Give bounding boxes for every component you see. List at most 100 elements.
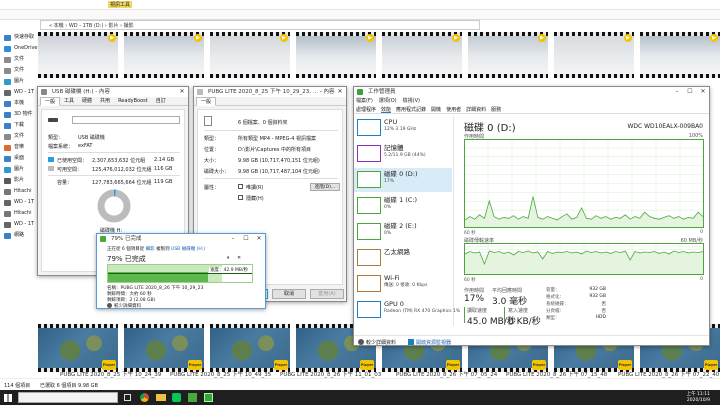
nav-item[interactable]: 文件 xyxy=(0,131,38,142)
volume-label-input[interactable] xyxy=(72,116,180,124)
resource-item[interactable]: CPU 12% 3.19 GHz xyxy=(354,116,452,140)
tab-readyboost[interactable]: ReadyBoost xyxy=(114,97,152,105)
minimize-icon[interactable]: – xyxy=(671,87,683,97)
less-details-link[interactable]: 較少詳細資料 xyxy=(366,339,396,345)
video-thumbnail[interactable]: Player xyxy=(210,324,290,372)
resource-item[interactable]: GPU 0 Radeon (TM) RX 470 Graphics 1% xyxy=(354,298,460,322)
resource-item[interactable]: 磁碟 1 (C:) 0% xyxy=(354,194,452,218)
tab-app-history[interactable]: 應用程式記錄 xyxy=(396,106,426,113)
close-icon[interactable]: ✕ xyxy=(253,234,265,244)
tab-services[interactable]: 服務 xyxy=(491,106,501,113)
chrome-icon[interactable] xyxy=(140,393,149,402)
copy-less-details-link[interactable]: 較少詳細資料 xyxy=(114,303,141,308)
readonly-checkbox[interactable] xyxy=(238,184,243,189)
search-box[interactable] xyxy=(18,392,118,403)
maximize-icon[interactable]: ☐ xyxy=(684,87,696,97)
tab-users[interactable]: 使用者 xyxy=(446,106,461,113)
resource-item[interactable]: Wi-Fi 傳送: 0 接收: 0 Kbps xyxy=(354,272,452,296)
nav-item[interactable]: 快速存取 xyxy=(0,32,38,43)
cancel-button[interactable]: 取消 xyxy=(272,289,306,299)
nav-item[interactable]: WD - 1T xyxy=(0,219,38,230)
video-thumbnail[interactable]: ▶ xyxy=(38,32,118,78)
close-icon[interactable]: ✕ xyxy=(176,87,188,97)
video-thumbnail[interactable]: ▶ xyxy=(468,32,548,78)
clock-date[interactable]: 2020/10/9 xyxy=(687,398,710,403)
nav-item[interactable]: 本機 xyxy=(0,98,38,109)
nav-item[interactable]: 下載 xyxy=(0,120,38,131)
resource-item[interactable]: 磁碟 2 (E:) 0% xyxy=(354,220,452,244)
minimize-icon[interactable]: – xyxy=(227,234,239,244)
tab-general[interactable]: 一般 xyxy=(40,97,61,106)
ribbon-context-tab[interactable]: 視訊工具 xyxy=(108,1,133,8)
pause-button[interactable]: ⏸ xyxy=(227,255,230,261)
apply-button[interactable]: 套用(A) xyxy=(310,289,344,299)
nav-item[interactable]: 影片 xyxy=(0,175,38,186)
tab-startup[interactable]: 開機 xyxy=(431,106,441,113)
video-thumbnail[interactable]: ▶ xyxy=(124,32,204,78)
chevron-up-icon xyxy=(358,339,364,345)
clock-time[interactable]: 上午 11:11 xyxy=(687,391,710,397)
copy-source-link[interactable]: 攝影 xyxy=(146,247,155,252)
open-resource-monitor-link[interactable]: 開啟資源監視器 xyxy=(416,339,451,345)
drive-type-value: USB 磁碟機 xyxy=(78,135,105,141)
status-selected: 已選取 6 個項目 9.98 GB xyxy=(40,383,98,389)
nav-item[interactable]: 圖片 xyxy=(0,76,38,87)
folder-icon xyxy=(4,100,11,107)
menu-options[interactable]: 選項(O) xyxy=(379,97,397,105)
copy-app-icon[interactable] xyxy=(188,393,197,402)
tab-hardware[interactable]: 硬體 xyxy=(78,97,96,105)
video-thumbnail[interactable]: ▶ xyxy=(210,32,290,78)
video-thumbnail[interactable]: ▶ xyxy=(382,32,462,78)
nav-item[interactable]: 桌面 xyxy=(0,153,38,164)
tab-processes[interactable]: 處理程序 xyxy=(356,106,376,113)
task-view-icon[interactable] xyxy=(124,394,131,401)
folder-icon xyxy=(4,144,11,151)
divider xyxy=(204,130,338,131)
task-manager-taskbar-icon[interactable] xyxy=(204,393,213,402)
resource-item[interactable]: 記憶體 5.2/11.9 GB (44%) xyxy=(354,142,452,166)
divider xyxy=(204,178,338,179)
address-bar[interactable]: « 本機 › WD - 1TB (D:) › 影片 › 撮影 xyxy=(40,20,480,30)
tab-tools[interactable]: 工具 xyxy=(60,97,78,105)
nav-item[interactable]: Hitachi xyxy=(0,186,38,197)
menu-view[interactable]: 檢視(V) xyxy=(403,97,420,105)
location-value: D:\影片\Captures 中的所有項目 xyxy=(238,147,311,153)
copy-line-mid: 複製到 xyxy=(154,247,172,252)
video-thumbnail[interactable]: Player xyxy=(38,324,118,372)
nav-item[interactable]: 文件 xyxy=(0,65,38,76)
resource-item[interactable]: 乙太網路 xyxy=(354,246,452,270)
nav-item[interactable]: 網路 xyxy=(0,230,38,241)
cancel-copy-button[interactable]: ✕ xyxy=(237,255,241,261)
maximize-icon[interactable]: ☐ xyxy=(240,234,252,244)
resource-item[interactable]: 磁碟 0 (D:) 17% xyxy=(354,168,452,192)
tab-general[interactable]: 一般 xyxy=(196,97,217,106)
read-speed-marker xyxy=(464,307,465,323)
nav-item[interactable]: 3D 物件 xyxy=(0,109,38,120)
video-thumbnail[interactable]: ▶ xyxy=(296,32,376,78)
tab-performance[interactable]: 效能 xyxy=(381,106,392,113)
video-thumbnail[interactable]: ▶ xyxy=(554,32,634,78)
nav-item[interactable]: 音樂 xyxy=(0,142,38,153)
tab-customize[interactable]: 自訂 xyxy=(152,97,170,105)
advanced-button[interactable]: 進階(D)... xyxy=(310,183,340,191)
nav-item[interactable]: WD - 1T xyxy=(0,197,38,208)
taskbar: 上午 11:11 2020/10/9 xyxy=(0,390,720,405)
tab-sharing[interactable]: 共用 xyxy=(96,97,114,105)
nav-item[interactable]: 圖片 xyxy=(0,164,38,175)
nav-item[interactable]: 文件 xyxy=(0,54,38,65)
nav-item[interactable]: WD - 1T xyxy=(0,87,38,98)
nav-item[interactable]: Hitachi xyxy=(0,208,38,219)
video-thumbnail[interactable]: ▶ xyxy=(640,32,720,78)
copy-destination-link[interactable]: USB 磁碟機 (H:) xyxy=(171,247,205,252)
file-explorer-icon[interactable] xyxy=(156,394,166,401)
tab-details[interactable]: 詳細資料 xyxy=(466,106,486,113)
nav-item[interactable]: OneDrive xyxy=(0,43,38,54)
menu-file[interactable]: 檔案(F) xyxy=(356,97,373,105)
windows-start-icon[interactable] xyxy=(4,394,12,402)
close-icon[interactable]: ✕ xyxy=(697,87,709,97)
resource-mini-graph xyxy=(357,301,381,318)
line-app-icon[interactable] xyxy=(172,393,181,402)
close-icon[interactable]: ✕ xyxy=(334,87,346,97)
video-thumbnail[interactable]: Player xyxy=(124,324,204,372)
hidden-checkbox[interactable] xyxy=(238,195,243,200)
